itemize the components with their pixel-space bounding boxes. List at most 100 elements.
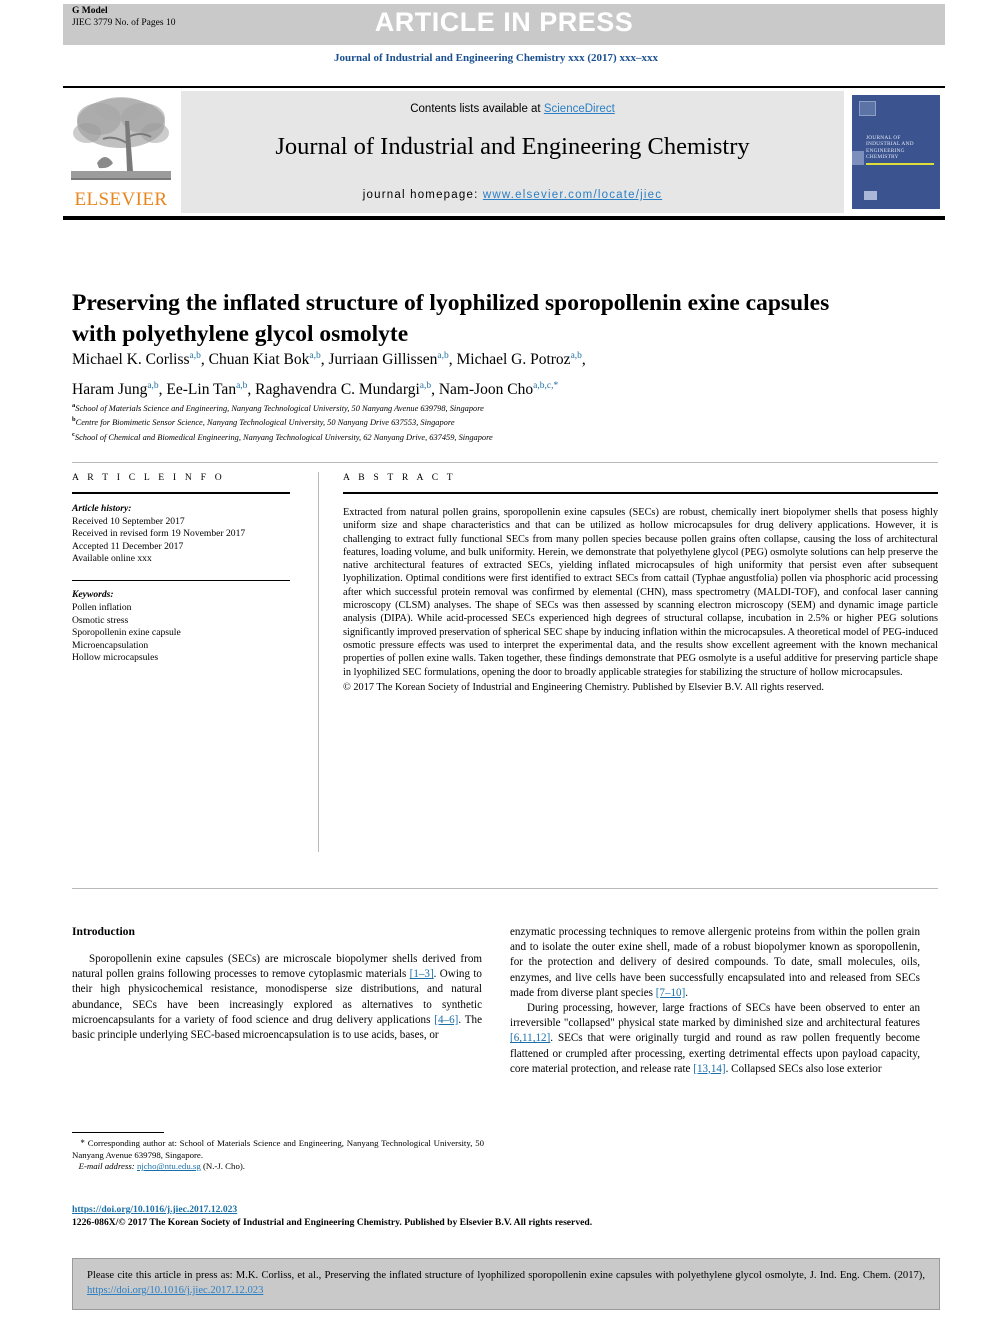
email-label: E-mail address: <box>78 1161 135 1172</box>
article-in-press-label: ARTICLE IN PRESS <box>374 7 634 37</box>
keywords-rule <box>72 579 290 582</box>
page-title: Preserving the inflated structure of lyo… <box>72 289 830 347</box>
cover-rule <box>866 163 934 165</box>
info-block-bottom-rule <box>72 888 938 889</box>
citation-ref-4-6[interactable]: [4–6] <box>434 1014 458 1026</box>
g-model-line-1: G Model <box>72 6 108 16</box>
affiliation-b: bCentre for Biomimetic Sensor Science, N… <box>72 414 902 428</box>
corresponding-author-footnote: * Corresponding author at: School of Mat… <box>72 1132 484 1173</box>
article-info-column: A R T I C L E I N F O Article history: R… <box>72 472 290 665</box>
article-history-block: Article history: Received 10 September 2… <box>72 503 290 566</box>
author-6: Raghavendra C. Mundargia,b <box>255 381 432 399</box>
author-6-affiliation-mark: a,b <box>419 381 432 392</box>
cover-journal-title: JOURNAL OF INDUSTRIAL AND ENGINEERING CH… <box>866 135 914 161</box>
doi-copyright-block: https://doi.org/10.1016/j.jiec.2017.12.0… <box>72 1203 772 1229</box>
citation-ref-6-11-12[interactable]: [6,11,12] <box>510 1032 550 1044</box>
article-page: ARTICLE IN PRESS G Model JIEC 3779 No. o… <box>0 0 992 1323</box>
article-info-heading: A R T I C L E I N F O <box>72 472 225 483</box>
elsevier-tree-icon <box>69 93 173 185</box>
homepage-prefix: journal homepage: <box>362 189 483 201</box>
cover-emblem-icon <box>859 101 876 116</box>
elsevier-logo: ELSEVIER <box>63 91 179 213</box>
article-info-rule <box>72 492 290 494</box>
info-abstract-divider <box>318 472 319 852</box>
footnote-rule <box>72 1132 164 1133</box>
body-column-left: Introduction Sporopollenin exine capsule… <box>72 925 482 1043</box>
journal-running-head: Journal of Industrial and Engineering Ch… <box>334 52 658 64</box>
cite-doi-link[interactable]: https://doi.org/10.1016/j.jiec.2017.12.0… <box>87 1285 263 1296</box>
sciencedirect-link[interactable]: ScienceDirect <box>544 103 615 115</box>
abstract-heading: A B S T R A C T <box>343 472 456 483</box>
issn-copyright-line: 1226-086X/© 2017 The Korean Society of I… <box>72 1217 593 1228</box>
affiliation-a: aSchool of Materials Science and Enginee… <box>72 400 902 414</box>
contents-list-line: Contents lists available at ScienceDirec… <box>181 103 844 115</box>
intro-right-text-a: enzymatic processing techniques to remov… <box>510 926 920 999</box>
doi-link[interactable]: https://doi.org/10.1016/j.jiec.2017.12.0… <box>72 1204 237 1215</box>
footnote-text: * Corresponding author at: School of Mat… <box>72 1138 484 1173</box>
citation-ref-7-10[interactable]: [7–10] <box>656 987 686 999</box>
masthead-bottom-rule <box>63 216 945 220</box>
affiliation-list: aSchool of Materials Science and Enginee… <box>72 400 902 443</box>
keyword-3: Microencapsulation <box>72 639 149 651</box>
keyword-0: Pollen inflation <box>72 602 132 614</box>
author-5-affiliation-mark: a,b <box>236 381 248 392</box>
keywords-block: Keywords: Pollen inflation Osmotic stres… <box>72 589 290 665</box>
journal-cover-thumbnail: JOURNAL OF INDUSTRIAL AND ENGINEERING CH… <box>847 91 945 213</box>
masthead-contents-panel: Contents lists available at ScienceDirec… <box>181 91 844 213</box>
intro-right2-text-c: . Collapsed SECs also lose exterior <box>725 1062 882 1075</box>
author-3: Michael G. Potroza,b <box>456 351 582 369</box>
affiliation-b-text: Centre for Biomimetic Sensor Science, Na… <box>75 418 455 428</box>
affiliation-c-text: School of Chemical and Biomedical Engine… <box>74 432 493 442</box>
journal-homepage-line: journal homepage: www.elsevier.com/locat… <box>181 189 844 201</box>
please-cite-box: Please cite this article in press as: M.… <box>72 1258 940 1310</box>
keyword-1: Osmotic stress <box>72 614 129 626</box>
elsevier-wordmark: ELSEVIER <box>74 189 168 210</box>
section-heading-introduction: Introduction <box>72 925 135 938</box>
article-history-label: Article history: <box>72 503 132 514</box>
author-0: Michael K. Corlissa,b <box>72 351 201 369</box>
author-4-affiliation-mark: a,b <box>147 381 159 392</box>
intro-paragraph-right-1: enzymatic processing techniques to remov… <box>510 925 920 1001</box>
citation-ref-13-14[interactable]: [13,14] <box>693 1063 725 1075</box>
abstract-copyright: © 2017 The Korean Society of Industrial … <box>343 681 824 693</box>
article-in-press-banner: ARTICLE IN PRESS <box>63 4 945 45</box>
abstract-rule <box>343 492 938 494</box>
article-history-2: Accepted 11 December 2017 <box>72 540 184 552</box>
cover-society-icon <box>864 191 877 200</box>
abstract-text: Extracted from natural pollen grains, sp… <box>343 506 938 694</box>
author-7: Nam-Joon Choa,b,c,* <box>438 381 559 399</box>
intro-right2-text-a: During processing, however, large fracti… <box>510 1002 920 1030</box>
g-model-stamp: G Model JIEC 3779 No. of Pages 10 <box>72 6 175 29</box>
body-column-right: enzymatic processing techniques to remov… <box>510 925 920 1077</box>
intro-paragraph-left: Sporopollenin exine capsules (SECs) are … <box>72 952 482 1043</box>
author-2-affiliation-mark: a,b <box>437 351 449 361</box>
journal-masthead: ELSEVIER Contents lists available at Sci… <box>63 86 945 216</box>
corresponding-email-link[interactable]: njcho@ntu.edu.sg <box>137 1161 201 1171</box>
email-suffix: (N.-J. Cho). <box>200 1161 245 1172</box>
keyword-4: Hollow microcapsules <box>72 652 159 664</box>
affiliation-c: cSchool of Chemical and Biomedical Engin… <box>72 429 902 443</box>
please-cite-text: Please cite this article in press as: M.… <box>87 1268 925 1298</box>
author-0-affiliation-mark: a,b <box>189 351 201 361</box>
author-1: Chuan Kiat Boka,b <box>208 351 321 369</box>
contents-prefix: Contents lists available at <box>410 103 544 115</box>
footnote-corresponding-text: Corresponding author at: School of Mater… <box>72 1138 485 1160</box>
author-5: Ee-Lin Tana,b <box>166 381 248 399</box>
author-3-affiliation-mark: a,b <box>570 351 582 361</box>
cover-side-band <box>852 151 864 165</box>
cite-text-main: Please cite this article in press as: M.… <box>87 1270 925 1281</box>
author-1-affiliation-mark: a,b <box>309 351 321 361</box>
journal-title: Journal of Industrial and Engineering Ch… <box>275 133 750 160</box>
article-history-3: Available online xxx <box>72 553 152 565</box>
citation-ref-1-3[interactable]: [1–3] <box>410 968 434 980</box>
intro-paragraph-right-2: During processing, however, large fracti… <box>510 1001 920 1077</box>
info-block-top-rule <box>72 462 938 463</box>
author-4: Haram Junga,b <box>72 381 159 399</box>
author-list: Michael K. Corlissa,b, Chuan Kiat Boka,b… <box>72 351 586 399</box>
abstract-paragraph: Extracted from natural pollen grains, sp… <box>343 507 938 678</box>
affiliation-a-text: School of Materials Science and Engineer… <box>75 403 484 413</box>
keywords-label: Keywords: <box>72 589 114 601</box>
abstract-column: A B S T R A C T Extracted from natural p… <box>343 472 938 694</box>
article-history-0: Received 10 September 2017 <box>72 515 185 527</box>
journal-homepage-link[interactable]: www.elsevier.com/locate/jiec <box>483 189 662 201</box>
